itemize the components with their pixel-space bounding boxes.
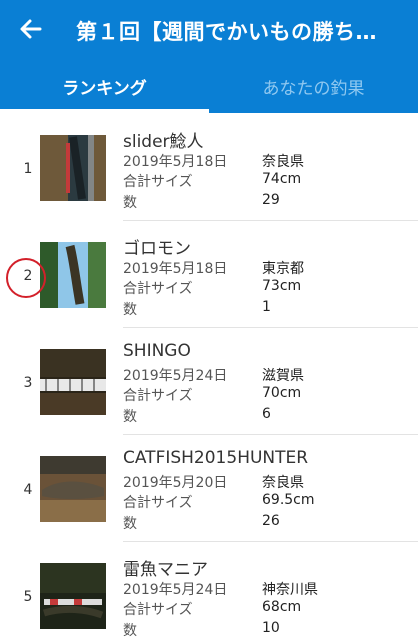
angler-name: 雷魚マニア (123, 560, 208, 580)
ranking-row[interactable]: 3 SHINGO 2019年5月24日 滋賀県 合計サイズ 70cm 数 6 (0, 327, 418, 435)
rank-number: 4 (23, 482, 33, 498)
catch-count: 26 (262, 513, 280, 529)
rank-number: 1 (23, 161, 33, 177)
app-bar: 第１回【週間でかいもの勝ち… ランキング あなたの釣果 (0, 0, 418, 113)
total-size: 68cm (262, 599, 302, 615)
size-label: 合計サイズ (123, 281, 193, 297)
size-label: 合計サイズ (123, 495, 193, 511)
tab-ranking[interactable]: ランキング (0, 60, 209, 113)
angler-name: ゴロモン (123, 239, 191, 259)
size-label: 合計サイズ (123, 602, 193, 618)
catch-count: 6 (262, 406, 271, 422)
fish-photo-icon (40, 349, 106, 415)
catch-date: 2019年5月18日 (123, 154, 228, 170)
prefecture: 奈良県 (262, 475, 304, 491)
ranking-row[interactable]: 1 slider鯰人 2019年5月18日 奈良県 合計サイズ 74cm 数 2… (0, 113, 418, 221)
total-size: 73cm (262, 278, 302, 294)
fish-photo-icon (40, 242, 106, 308)
prefecture: 奈良県 (262, 154, 304, 170)
ranking-row[interactable]: 2 ゴロモン 2019年5月18日 東京都 合計サイズ 73cm 数 1 (0, 220, 418, 328)
count-label: 数 (123, 302, 137, 318)
fish-photo-icon (40, 135, 106, 201)
angler-name: SHINGO (123, 341, 191, 361)
count-label: 数 (123, 409, 137, 425)
count-label: 数 (123, 195, 137, 211)
angler-name: CATFISH2015HUNTER (123, 448, 309, 468)
highlight-circle (6, 258, 46, 298)
ranking-row[interactable]: 4 CATFISH2015HUNTER 2019年5月20日 奈良県 合計サイズ… (0, 434, 418, 542)
prefecture: 神奈川県 (262, 582, 318, 598)
catch-count: 29 (262, 192, 280, 208)
prefecture: 滋賀県 (262, 368, 304, 384)
total-size: 70cm (262, 385, 302, 401)
back-arrow-icon[interactable] (14, 12, 48, 46)
catch-date: 2019年5月20日 (123, 475, 228, 491)
angler-name: slider鯰人 (123, 132, 204, 152)
catch-date: 2019年5月24日 (123, 582, 228, 598)
total-size: 74cm (262, 171, 302, 187)
catch-date: 2019年5月24日 (123, 368, 228, 384)
catch-date: 2019年5月18日 (123, 261, 228, 277)
catch-count: 10 (262, 620, 280, 636)
tab-your-catch[interactable]: あなたの釣果 (209, 60, 418, 113)
size-label: 合計サイズ (123, 174, 193, 190)
rank-number: 3 (23, 375, 33, 391)
rank-number: 5 (23, 589, 33, 605)
count-label: 数 (123, 516, 137, 532)
page-title: 第１回【週間でかいもの勝ち… (76, 20, 377, 44)
tab-bar: ランキング あなたの釣果 (0, 60, 418, 113)
count-label: 数 (123, 623, 137, 639)
fish-photo-icon (40, 563, 106, 629)
size-label: 合計サイズ (123, 388, 193, 404)
total-size: 69.5cm (262, 492, 315, 508)
fish-photo-icon (40, 456, 106, 522)
ranking-row[interactable]: 5 雷魚マニア 2019年5月24日 神奈川県 合計サイズ 68cm 数 10 (0, 541, 418, 640)
prefecture: 東京都 (262, 261, 304, 277)
catch-count: 1 (262, 299, 271, 315)
